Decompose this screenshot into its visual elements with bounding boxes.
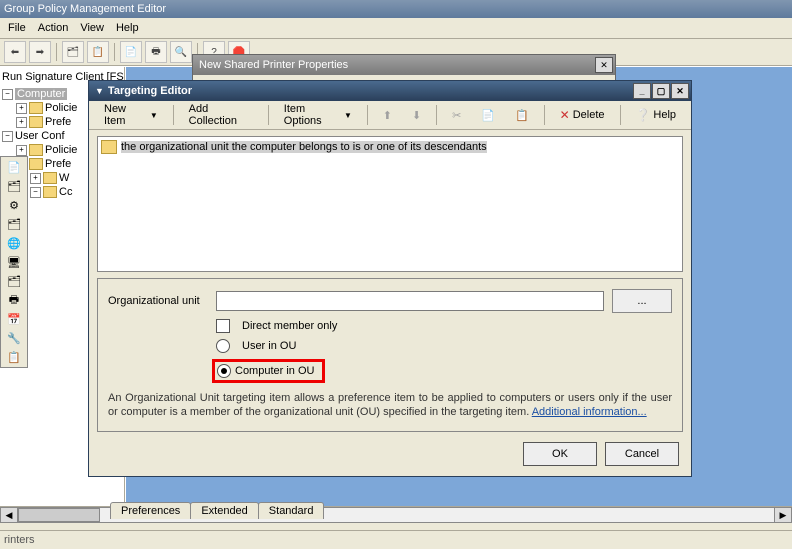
side-icon[interactable]: 📋 (3, 348, 25, 366)
help-button[interactable]: ❔Help (626, 104, 685, 126)
add-collection-button[interactable]: Add Collection (180, 99, 262, 131)
side-icon[interactable]: 🔧 (3, 329, 25, 347)
bottom-tabs: Preferences Extended Standard (110, 502, 323, 519)
computer-in-ou-label: Computer in OU (235, 365, 314, 377)
toolbar-list-icon[interactable]: 📋 (87, 41, 109, 63)
toolbar-divider (114, 43, 115, 61)
te-divider (367, 105, 368, 125)
side-icon[interactable]: 📅 (3, 310, 25, 328)
targeting-item-text: the organizational unit the computer bel… (121, 141, 487, 153)
ou-label: Organizational unit (108, 295, 208, 307)
te-divider (173, 105, 174, 125)
toolbar-refresh-icon[interactable]: 🔍 (170, 41, 192, 63)
main-window-title: Group Policy Management Editor (0, 0, 792, 18)
tab-standard[interactable]: Standard (258, 502, 325, 519)
targeting-editor-dialog: ▼ Targeting Editor _ ▢ ✕ New Item▼ Add Co… (88, 80, 692, 477)
close-icon[interactable]: ✕ (671, 83, 689, 99)
ou-icon (101, 140, 117, 154)
te-toolbar: New Item▼ Add Collection Item Options▼ ⬆… (89, 101, 691, 130)
te-divider (436, 105, 437, 125)
targeting-description: An Organizational Unit targeting item al… (108, 391, 672, 419)
targeting-item[interactable]: the organizational unit the computer bel… (100, 139, 680, 155)
paste-icon[interactable]: 📋 (506, 105, 538, 126)
menu-action[interactable]: Action (38, 22, 69, 34)
side-icon[interactable]: ⚙ (3, 196, 25, 214)
delete-button[interactable]: ✕Delete (551, 104, 614, 126)
toolbar-print-icon[interactable]: 🖶 (145, 41, 167, 63)
toolbar-copy-icon[interactable]: 📄 (120, 41, 142, 63)
shared-printer-title: New Shared Printer Properties (199, 59, 348, 71)
te-divider (268, 105, 269, 125)
copy-icon[interactable]: 📄 (472, 105, 504, 126)
minimize-icon[interactable]: _ (633, 83, 651, 99)
maximize-icon[interactable]: ▢ (652, 83, 670, 99)
ou-input[interactable] (216, 291, 604, 311)
direct-member-checkbox[interactable] (216, 319, 230, 333)
toolbar-up-icon[interactable]: 🗂 (62, 41, 84, 63)
user-in-ou-radio[interactable] (216, 339, 230, 353)
side-icon[interactable]: 🗂 (3, 272, 25, 290)
targeting-item-form: Organizational unit ... Direct member on… (97, 278, 683, 432)
item-options-button[interactable]: Item Options▼ (275, 99, 361, 131)
targeting-items-list[interactable]: the organizational unit the computer bel… (97, 136, 683, 272)
user-in-ou-label: User in OU (242, 340, 296, 352)
side-icon[interactable]: 📄 (3, 158, 25, 176)
tab-preferences[interactable]: Preferences (110, 502, 191, 519)
te-divider (620, 105, 621, 125)
computer-in-ou-radio[interactable] (217, 364, 231, 378)
new-item-button[interactable]: New Item▼ (95, 99, 167, 131)
tab-extended[interactable]: Extended (190, 502, 258, 519)
ou-browse-button[interactable]: ... (612, 289, 672, 313)
cut-icon[interactable]: ✂ (443, 105, 470, 126)
highlight-box: Computer in OU (212, 359, 325, 383)
side-icon[interactable]: 🖥 (3, 253, 25, 271)
toolbar-back-icon[interactable]: ⬅ (4, 41, 26, 63)
side-icon-strip: 📄 🗂 ⚙ 🗂 🌐 🖥 🗂 🖶 📅 🔧 📋 (0, 156, 28, 368)
direct-member-label: Direct member only (242, 320, 337, 332)
toolbar-divider (56, 43, 57, 61)
side-icon[interactable]: 🌐 (3, 234, 25, 252)
statusbar: rinters (0, 530, 792, 549)
menu-view[interactable]: View (80, 22, 104, 34)
additional-info-link[interactable]: Additional information... (532, 406, 647, 418)
cancel-button[interactable]: Cancel (605, 442, 679, 466)
printer-close-icon[interactable]: ✕ (595, 57, 613, 73)
menu-file[interactable]: File (8, 22, 26, 34)
menu-help[interactable]: Help (116, 22, 139, 34)
scroll-right-icon[interactable]: ▶ (774, 507, 792, 523)
ok-button[interactable]: OK (523, 442, 597, 466)
move-down-icon[interactable]: ⬇ (403, 105, 430, 126)
move-up-icon[interactable]: ⬆ (374, 105, 401, 126)
side-icon[interactable]: 🗂 (3, 177, 25, 195)
filter-icon: ▼ (95, 86, 104, 96)
te-divider (544, 105, 545, 125)
scroll-thumb[interactable] (18, 508, 100, 522)
main-menu: File Action View Help (0, 18, 792, 39)
side-icon[interactable]: 🗂 (3, 215, 25, 233)
toolbar-forward-icon[interactable]: ➡ (29, 41, 51, 63)
targeting-editor-title: Targeting Editor (108, 85, 192, 97)
scroll-left-icon[interactable]: ◀ (0, 507, 18, 523)
side-icon[interactable]: 🖶 (3, 291, 25, 309)
